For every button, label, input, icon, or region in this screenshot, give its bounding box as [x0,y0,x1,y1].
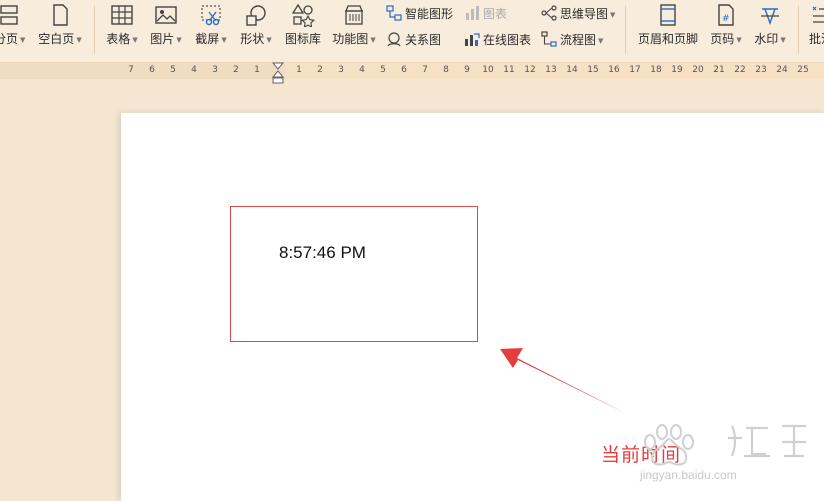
relation-chart-icon [387,32,401,47]
smart-graphic-button[interactable]: 智能图形 [386,5,453,23]
ruler-number: 17 [629,65,641,75]
batch-label: 批注 [808,32,824,46]
ruler-number: 6 [401,65,407,75]
watermark-label: 水印 [754,32,779,46]
baidu-watermark-icon [644,424,806,466]
ruler-number: 5 [170,65,176,75]
toolbar-divider [625,6,626,54]
toolbar-divider [798,6,799,54]
ruler-number: 18 [650,65,662,75]
ruler-number: 5 [380,65,386,75]
ruler-number: 1 [296,65,302,75]
icon-library-label: 图标库 [284,32,321,46]
ruler-number: 4 [359,65,365,75]
mindmap-label: 思维导图 [560,7,609,21]
function-chart-label: 功能图 [332,32,369,46]
ruler-number: 9 [464,65,470,75]
ruler-number: 13 [545,65,557,75]
ruler-number: 8 [443,65,449,75]
page-number-label: 页码 [710,32,735,46]
icon-library-icon [291,3,315,27]
online-chart-label: 在线图表 [483,33,532,47]
online-chart-icon [465,33,480,46]
blank-page-icon [53,4,68,26]
flowchart-label: 流程图 [560,33,597,47]
screenshot-button[interactable]: 截屏 ▼ [191,3,231,49]
table-label: 表格 [106,32,131,46]
time-text-box[interactable] [230,206,478,342]
chart-button[interactable]: 图表 [464,5,507,23]
page-number-button[interactable]: # 页码 ▼ [706,3,746,49]
ruler-number: 4 [191,65,197,75]
batch-icon [812,6,824,23]
mindmap-button[interactable]: 思维导图 ▼ [541,5,615,23]
watermark-button[interactable]: 水印 ▼ [750,3,790,49]
annotation-arrow-icon [500,348,627,414]
shape-button[interactable]: 形状 ▼ [236,3,276,49]
ruler-number: 7 [422,65,428,75]
picture-icon [155,6,177,24]
ruler-number: 2 [317,65,323,75]
relation-chart-label: 关系图 [405,33,442,47]
ruler-number: 24 [776,65,788,75]
header-footer-button[interactable]: 页眉和页脚 [636,3,700,49]
ruler-number: 15 [587,65,599,75]
batch-button[interactable]: 批注 [806,3,824,49]
flowchart-icon [541,31,557,47]
shape-label: 形状 [240,32,265,46]
ribbon-toolbar: 分页 ▼ 空白页 ▼ 表格 ▼ 图片 ▼ 截屏 ▼ 形状 ▼ 图标库 功能图 ▼ 智能图形 图… [0,0,824,63]
ruler-number: 10 [482,65,494,75]
ruler-number: 2 [233,65,239,75]
ruler-number: 22 [734,65,746,75]
ruler-number: 12 [524,65,536,75]
watermark-url: jingyan.baidu.com [640,468,737,482]
shape-icon [246,5,266,26]
ruler-number: 3 [338,65,344,75]
picture-label: 图片 [150,32,175,46]
smart-graphic-icon [386,5,402,21]
smart-graphic-label: 智能图形 [405,7,454,21]
ruler-number: 21 [713,65,725,75]
picture-button[interactable]: 图片 ▼ [146,3,186,49]
mindmap-icon [541,5,557,21]
scissors-icon [201,5,221,26]
toolbar-divider [94,6,95,54]
ruler-number: 7 [128,65,134,75]
horizontal-ruler[interactable]: 7 6 5 4 3 2 1 1 2 3 4 5 6 7 8 9 10 11 12 13 14 15 16 17 18 19 20 21… [0,63,824,79]
header-footer-label: 页眉和页脚 [637,32,698,46]
ruler-number: 6 [149,65,155,75]
watermark-icon [761,8,779,26]
function-chart-icon [345,5,363,25]
svg-text:#: # [722,14,730,24]
pagebreak-icon [0,5,18,25]
ruler-number: 1 [254,65,260,75]
screenshot-label: 截屏 [195,32,220,46]
time-value: 8:57:46 PM [279,243,366,262]
online-chart-button[interactable]: 在线图表 [464,31,531,49]
ruler-number: 19 [671,65,683,75]
bar-chart-icon [466,6,479,20]
ruler-number: 3 [212,65,218,75]
icon-library-button[interactable]: 图标库 [282,3,324,49]
ruler-number: 20 [692,65,704,75]
table-icon [111,5,133,25]
ruler-number: 25 [797,65,809,75]
pagebreak-label: 分页 [0,32,19,46]
ruler-number: 23 [755,65,767,75]
flowchart-button[interactable]: 流程图 ▼ [541,31,603,49]
page-number-icon: # [718,4,734,26]
ruler-number: 14 [566,65,578,75]
table-button[interactable]: 表格 ▼ [102,3,142,49]
blank-page-button[interactable]: 空白页 ▼ [36,3,84,49]
relation-chart-button[interactable]: 关系图 [386,31,441,49]
header-footer-icon [660,4,676,26]
blank-page-label: 空白页 [38,32,75,46]
ruler-number: 11 [503,65,515,75]
function-chart-button[interactable]: 功能图 ▼ [330,3,378,49]
indent-marker-icon[interactable] [272,62,284,84]
ruler-number: 16 [608,65,620,75]
pagebreak-button[interactable]: 分页 ▼ [0,3,25,49]
chart-label: 图表 [483,7,508,21]
